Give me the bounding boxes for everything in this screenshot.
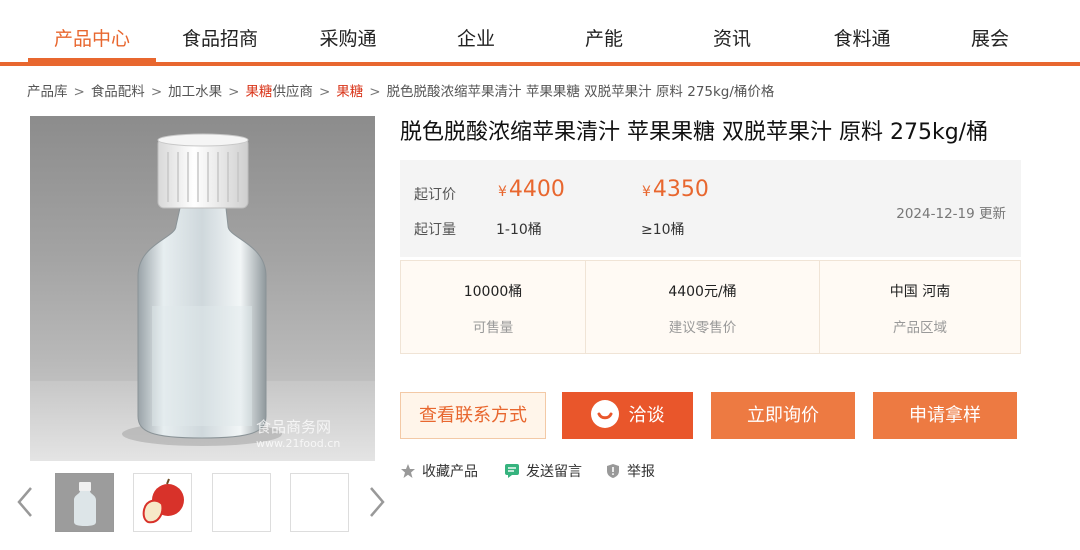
thumbnail-empty[interactable]: [290, 473, 349, 532]
top-nav: 产品中心 食品招商 采购通 企业 产能 资讯 食料通 展会: [0, 0, 1080, 66]
info-value: 10000桶: [463, 284, 523, 300]
star-icon: [401, 464, 415, 478]
nav-item-capacity[interactable]: 产能: [544, 24, 664, 56]
breadcrumb-item-highlight[interactable]: 果糖: [336, 84, 363, 100]
price-box: 起订价 起订量 ¥4400 ¥4350 1-10桶 ≥10桶 2024-12-1…: [400, 160, 1021, 257]
breadcrumb-separator: >: [369, 84, 381, 100]
currency-symbol: ¥: [642, 184, 651, 200]
chat-button[interactable]: 洽谈: [562, 392, 693, 439]
favorite-label: 收藏产品: [422, 464, 478, 480]
nav-item-enterprise[interactable]: 企业: [416, 24, 536, 56]
info-label: 产品区域: [893, 320, 947, 336]
info-label: 建议零售价: [668, 320, 737, 336]
qty-tier-2: ≥10桶: [641, 222, 685, 238]
info-label: 可售量: [472, 320, 514, 336]
qty-tier-1: 1-10桶: [496, 222, 542, 238]
bottle-illustration: [122, 133, 282, 446]
nav-item-product-center[interactable]: 产品中心: [28, 24, 156, 56]
watermark: 食品商务网 www.21food.cn: [256, 416, 340, 450]
chevron-left-icon[interactable]: [14, 485, 36, 519]
thumbnail-bottle[interactable]: [55, 473, 114, 532]
info-cell-region: 中国 河南 产品区域: [819, 261, 1020, 353]
breadcrumb: 产品库 > 食品配料 > 加工水果 > 果糖供应商 > 果糖 > 脱色脱酸浓缩苹果清汁 苹果果糖 双…: [27, 80, 774, 100]
info-box: 10000桶 可售量 4400元/桶 建议零售价 中国 河南 产品区域: [400, 260, 1021, 354]
price-value: 4350: [652, 177, 709, 202]
price-label: 起订价: [414, 187, 456, 203]
breadcrumb-item[interactable]: 加工水果: [168, 84, 222, 100]
request-sample-button[interactable]: 申请拿样: [873, 392, 1017, 439]
message-icon: [505, 464, 519, 478]
view-contact-button[interactable]: 查看联系方式: [400, 392, 546, 439]
chat-bubble-icon: [590, 400, 619, 428]
nav-active-underline: [28, 58, 156, 62]
breadcrumb-separator: >: [150, 84, 163, 100]
shield-alert-icon: [607, 464, 619, 478]
report-label: 举报: [627, 464, 655, 480]
price-tier-2: ¥4350: [642, 177, 709, 202]
breadcrumb-current: 脱色脱酸浓缩苹果清汁 苹果果糖 双脱苹果汁 原料 275kg/桶价格: [386, 84, 775, 100]
breadcrumb-item[interactable]: 产品库: [27, 84, 68, 100]
nav-item-news[interactable]: 资讯: [672, 24, 792, 56]
price-tier-1: ¥4400: [498, 177, 565, 202]
apple-thumb-icon: [134, 474, 191, 531]
qty-label: 起订量: [414, 222, 456, 238]
info-cell-stock: 10000桶 可售量: [401, 261, 585, 353]
nav-item-food-investment[interactable]: 食品招商: [160, 24, 280, 56]
update-date: 2024-12-19 更新: [896, 206, 1006, 222]
breadcrumb-item[interactable]: 食品配料: [91, 84, 145, 100]
bottle-thumb-icon: [56, 474, 113, 531]
currency-symbol: ¥: [498, 184, 507, 200]
nav-item-exhibition[interactable]: 展会: [930, 24, 1050, 56]
watermark-url: www.21food.cn: [256, 437, 341, 450]
breadcrumb-item-highlight[interactable]: 果糖: [245, 84, 272, 100]
nav-item-food-materials[interactable]: 食料通: [802, 24, 922, 56]
thumbnail-apple[interactable]: [133, 473, 192, 532]
chevron-right-icon[interactable]: [366, 485, 388, 519]
info-cell-retail-price: 4400元/桶 建议零售价: [585, 261, 819, 353]
breadcrumb-separator: >: [318, 84, 331, 100]
report-link[interactable]: 举报: [605, 461, 655, 481]
breadcrumb-item[interactable]: 供应商: [272, 84, 313, 100]
info-value: 中国 河南: [889, 284, 951, 300]
inquire-now-button[interactable]: 立即询价: [711, 392, 855, 439]
send-message-link[interactable]: 发送留言: [504, 461, 582, 481]
send-message-label: 发送留言: [526, 464, 582, 480]
favorite-link[interactable]: 收藏产品: [400, 461, 478, 481]
breadcrumb-separator: >: [73, 84, 85, 100]
product-title: 脱色脱酸浓缩苹果清汁 苹果果糖 双脱苹果汁 原料 275kg/桶: [400, 120, 989, 145]
nav-item-procurement[interactable]: 采购通: [288, 24, 408, 56]
watermark-name: 食品商务网: [256, 418, 332, 436]
info-value: 4400元/桶: [668, 284, 737, 300]
product-main-image[interactable]: 食品商务网 www.21food.cn: [30, 116, 375, 461]
chat-button-label: 洽谈: [628, 405, 665, 426]
thumbnail-empty[interactable]: [212, 473, 271, 532]
breadcrumb-separator: >: [228, 84, 240, 100]
price-value: 4400: [508, 177, 565, 202]
